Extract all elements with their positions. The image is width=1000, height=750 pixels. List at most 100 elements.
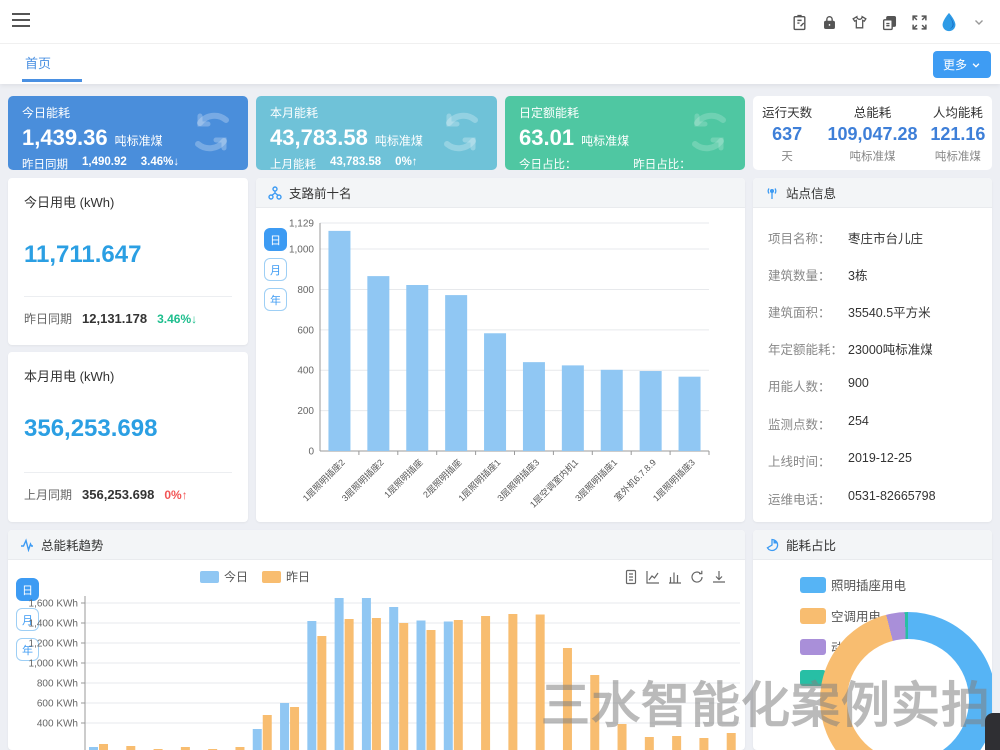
legend-swatch (800, 639, 826, 655)
svg-text:1,129: 1,129 (289, 219, 314, 230)
trend-bar-chart[interactable]: 400 KWh 600 KWh 800 KWh 1,000 KWh 1,200 KWh 1… (8, 560, 745, 750)
panel-title: 能耗占比 (786, 535, 836, 554)
kpi-value: 43,783.58 (270, 125, 368, 151)
svg-text:600 KWh: 600 KWh (37, 699, 78, 710)
panel-site-info: 站点信息 项目名称：枣庄市台儿庄 建筑数量：3栋 建筑面积：35540.5平方米… (753, 178, 992, 522)
panel-title: 站点信息 (786, 183, 836, 202)
usage-value: 356,253.698 (8, 385, 248, 443)
site-row-online-date: 上线时间：2019-12-25 (768, 451, 982, 470)
svg-text:1,600 KWh: 1,600 KWh (29, 599, 78, 610)
recycle-icon (683, 106, 735, 158)
site-row-people: 用能人数：900 (768, 376, 982, 395)
stats-strip: 运行天数 637 天 总能耗 109,047.28 吨标准煤 人均能耗 121.… (753, 96, 992, 170)
svg-text:400 KWh: 400 KWh (37, 719, 78, 730)
kpi-footer-delta: 3.46%↓ (141, 156, 179, 170)
svg-text:1,000 KWh: 1,000 KWh (29, 659, 78, 670)
pie-legend-item-照明插座用电[interactable]: 照明插座用电 (800, 575, 906, 594)
pulse-icon (20, 538, 34, 552)
legend-swatch (800, 577, 826, 593)
kpi-footer-value: 43,783.58 (330, 156, 381, 170)
kpi-footer-ratio-yesterday: 昨日占比：2,366.03% (633, 156, 731, 170)
panel-header: 支路前十名 (256, 178, 745, 208)
kpi-value: 63.01 (519, 125, 574, 151)
panel-branch-top10: 支路前十名 日 月 年 02004006008001,0001,1291层照明插… (256, 178, 745, 522)
svg-text:400: 400 (297, 366, 314, 377)
site-row-project: 项目名称：枣庄市台儿庄 (768, 228, 982, 247)
fullscreen-icon[interactable] (908, 11, 930, 33)
svg-text:200: 200 (297, 406, 314, 417)
panel-header: 总能耗趋势 (8, 530, 745, 560)
kpi-value: 1,439.36 (22, 125, 108, 151)
svg-text:800: 800 (297, 285, 314, 296)
usage-footer-value: 12,131.178 (82, 311, 147, 326)
org-chart-icon (268, 186, 282, 200)
legend-swatch (800, 608, 826, 624)
svg-text:0: 0 (308, 447, 314, 458)
usage-footer-label: 昨日同期 (24, 310, 72, 327)
kpi-footer-value: 1,490.92 (82, 156, 127, 170)
clipboard-edit-icon[interactable] (788, 11, 810, 33)
legend-label: 照明插座用电 (831, 575, 906, 594)
usage-footer-value: 356,253.698 (82, 487, 154, 502)
site-row-area: 建筑面积：35540.5平方米 (768, 302, 982, 321)
kpi-footer-delta: 0%↑ (395, 156, 417, 170)
recycle-icon (186, 106, 238, 158)
more-button-label: 更多 (943, 56, 967, 73)
panel-header: 能耗占比 (753, 530, 992, 560)
kpi-card-today-energy: 今日能耗 1,439.36 吨标准煤 昨日同期 1,490.92 3.46%↓ (8, 96, 248, 170)
svg-text:1,400 KWh: 1,400 KWh (29, 619, 78, 630)
panel-energy-share: 能耗占比 照明插座用电空调用电动力用电特殊用电 (753, 530, 992, 750)
tabbar: 首页 更多 (0, 44, 1000, 84)
topbar-icons (788, 0, 990, 44)
caret-down-icon[interactable] (968, 11, 990, 33)
pie-chart-icon (765, 538, 779, 552)
scroll-indicator[interactable] (985, 713, 1000, 750)
tab-home[interactable]: 首页 (14, 53, 62, 82)
usage-title: 今日用电 (kWh) (8, 178, 248, 211)
site-row-phone: 运维电话：0531-82665798 (768, 489, 982, 508)
stat-total-energy: 总能耗 109,047.28 吨标准煤 (821, 96, 923, 170)
stat-per-capita: 人均能耗 121.16 吨标准煤 (924, 96, 992, 170)
divider (24, 472, 232, 473)
branch-bar-chart[interactable]: 02004006008001,0001,1291层照明插座23层照明插座21层照… (256, 208, 745, 522)
theme-shirt-icon[interactable] (848, 11, 870, 33)
kpi-footer-label: 昨日同期 (22, 156, 68, 170)
copy-icon[interactable] (878, 11, 900, 33)
svg-text:1,000: 1,000 (289, 245, 314, 256)
panel-title: 支路前十名 (289, 183, 352, 202)
topbar (0, 0, 1000, 44)
panel-energy-trend: 总能耗趋势 今日昨日 日 月 年 400 KWh600 KWh800 KWh1,… (8, 530, 745, 750)
caret-down-icon (971, 60, 981, 70)
kpi-unit: 吨标准煤 (581, 132, 629, 149)
menu-toggle-icon[interactable] (12, 13, 30, 29)
site-row-points: 监测点数：254 (768, 414, 982, 433)
usage-footer-delta: 0%↑ (164, 488, 187, 502)
kpi-unit: 吨标准煤 (375, 132, 423, 149)
divider (24, 296, 232, 297)
panel-header: 站点信息 (753, 178, 992, 208)
usage-footer-label: 上月同期 (24, 486, 72, 503)
card-month-electricity: 本月用电 (kWh) 356,253.698 上月同期 356,253.698 … (8, 352, 248, 522)
kpi-footer-ratio-today: 今日占比：2,284.2% (519, 156, 611, 170)
tab-active-underline (22, 79, 82, 82)
site-row-quota: 年定额能耗：23000吨标准煤 (768, 339, 982, 358)
svg-text:1层照明插座: 1层照明插座 (382, 457, 425, 500)
app-logo-drop[interactable] (938, 11, 960, 33)
dashboard-root: 首页 更多 今日能耗 1,439.36 吨标准煤 昨日同期 1,490.92 3… (0, 0, 1000, 750)
recycle-icon (435, 106, 487, 158)
svg-text:2层照明插座: 2层照明插座 (420, 457, 463, 500)
kpi-card-month-energy: 本月能耗 43,783.58 吨标准煤 上月能耗 43,783.58 0%↑ (256, 96, 497, 170)
tab-home-label: 首页 (25, 56, 51, 71)
lock-icon[interactable] (818, 11, 840, 33)
usage-title: 本月用电 (kWh) (8, 352, 248, 385)
more-button[interactable]: 更多 (933, 51, 991, 78)
antenna-icon (765, 186, 779, 200)
svg-text:800 KWh: 800 KWh (37, 679, 78, 690)
kpi-footer-label: 上月能耗 (270, 156, 316, 170)
site-row-buildings: 建筑数量：3栋 (768, 265, 982, 284)
stat-running-days: 运行天数 637 天 (753, 96, 821, 170)
kpi-unit: 吨标准煤 (115, 132, 163, 149)
panel-title: 总能耗趋势 (41, 535, 104, 554)
svg-text:1,200 KWh: 1,200 KWh (29, 639, 78, 650)
usage-value: 11,711.647 (8, 211, 248, 269)
